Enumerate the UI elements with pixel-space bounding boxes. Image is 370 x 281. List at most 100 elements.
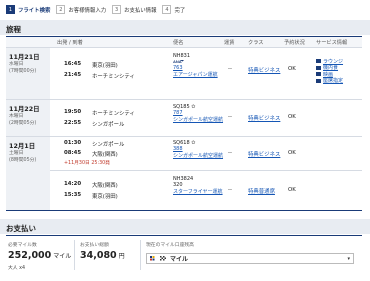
- codeshare-icon: ✿: [191, 140, 196, 146]
- arr-city: 東京(羽田): [92, 194, 118, 200]
- checker-logo-icon: [160, 255, 166, 260]
- col-fare: 運賃: [224, 39, 235, 46]
- flight-info: NH831 ANA 763 エアージャパン運航: [173, 53, 218, 78]
- step-flight-search: 1 フライト検索: [6, 5, 50, 14]
- booking-status: OK: [288, 66, 296, 72]
- cabin-link[interactable]: 特典ビジネス: [248, 150, 280, 158]
- program-logo-icon: [150, 255, 155, 260]
- date: 11月22日: [9, 105, 40, 113]
- arr-city: 大阪(関西): [92, 152, 118, 158]
- operator-link[interactable]: シンガポール航空運航: [173, 152, 223, 159]
- divider: [74, 240, 75, 270]
- arr-time: 08:45: [64, 150, 82, 156]
- step-label: フライト検索: [18, 7, 51, 14]
- itinerary-day-row: 11月21日 水曜日 (7時間00分) 16:45 東京(羽田) 21:45 ホ…: [6, 48, 362, 100]
- dep-time: 01:30: [64, 140, 82, 146]
- fare: --: [228, 114, 232, 120]
- dep-city: ホーチミンシティ: [92, 111, 135, 117]
- taxes-label: お支払い総額: [80, 243, 109, 248]
- itinerary-header-bg: [0, 20, 370, 35]
- date: 12月1日: [9, 142, 36, 150]
- step-number: 2: [56, 5, 66, 14]
- itinerary-title: 旅程: [6, 25, 21, 34]
- step-number: 4: [162, 5, 172, 14]
- movie-icon: [316, 72, 321, 77]
- dep-city: シンガポール: [92, 142, 125, 148]
- fare: --: [228, 150, 232, 156]
- flight-segment: 01:30 シンガポール 08:45 大阪(関西) +11月30日 25:30発…: [50, 137, 362, 171]
- operator-link[interactable]: エアージャパン運航: [173, 71, 218, 78]
- step-label: お支払い情報: [124, 7, 157, 14]
- step-label: お客様情報入力: [68, 7, 107, 14]
- svg-text:ANA: ANA: [173, 59, 182, 64]
- col-route: 出発 / 到着: [57, 39, 83, 46]
- booking-status: OK: [288, 114, 296, 120]
- col-booking: 予約状況: [284, 39, 305, 46]
- arr-time: 15:35: [64, 192, 82, 198]
- duration: (2時間05分): [9, 121, 37, 126]
- program-label: 現在のマイル口座残高: [146, 243, 194, 248]
- seat-icon: [316, 78, 321, 83]
- step-complete: 4 完了: [162, 5, 185, 14]
- flight-segment: 19:50 ホーチミンシティ 22:55 シンガポール SQ185 ✿ 787 …: [50, 100, 362, 137]
- col-flight: 便名: [173, 39, 184, 46]
- lounge-icon: [316, 59, 321, 64]
- weekday: 土曜日: [9, 151, 24, 156]
- booking-status: OK: [288, 150, 296, 156]
- divider: [140, 240, 141, 270]
- arr-city: ホーチミンシティ: [92, 74, 135, 80]
- arr-time: 22:55: [64, 120, 82, 126]
- booking-status: OK: [288, 187, 296, 193]
- duration: (7時間00分): [9, 69, 37, 74]
- flight-info: SQ618 ✿ 388 シンガポール航空運航: [173, 140, 223, 159]
- codeshare-icon: ✿: [191, 104, 196, 110]
- step-customer-info: 2 お客様情報入力: [56, 5, 106, 14]
- program-unit: マイル: [170, 256, 189, 263]
- dep-city: 東京(羽田): [92, 63, 118, 69]
- date-cell: 12月1日 土曜日 (8時間05分): [6, 137, 50, 210]
- dep-time: 16:45: [64, 61, 82, 67]
- itinerary-day-row: 12月1日 土曜日 (8時間05分) 01:30 シンガポール 08:45 大阪…: [6, 137, 362, 211]
- col-service: サービス情報: [316, 39, 348, 46]
- payment-header-bg: [0, 219, 370, 234]
- flight-segment: 14:20 大阪(関西) 15:35 東京(羽田) NH3824 320 スター…: [50, 171, 362, 211]
- miles-amount: 252,000 マイル: [8, 250, 72, 261]
- passenger-count: 大人 x4: [8, 266, 26, 271]
- payment-title: お支払い: [6, 224, 36, 233]
- payment-summary: 必要マイル数 252,000 マイル 大人 x4 お支払い総額 34,080 円 現…: [6, 235, 362, 275]
- flight-segment: 16:45 東京(羽田) 21:45 ホーチミンシティ NH831 ANA 76…: [50, 48, 362, 100]
- cabin-link[interactable]: 特典ビジネス: [248, 66, 280, 74]
- step-payment-info: 3 お支払い情報: [112, 5, 156, 14]
- weekday: 木曜日: [9, 114, 24, 119]
- weekday: 水曜日: [9, 62, 24, 67]
- arr-time: 21:45: [64, 72, 82, 78]
- cabin-link[interactable]: 特典ビジネス: [248, 114, 280, 122]
- cabin-link[interactable]: 特典普通席: [248, 187, 275, 195]
- date-cell: 11月21日 水曜日 (7時間00分): [6, 48, 50, 99]
- meal-icon: [316, 65, 321, 70]
- dep-city: 大阪(関西): [92, 183, 118, 189]
- progress-steps: 1 フライト検索 2 お客様情報入力 3 お支払い情報 4 完了: [6, 5, 185, 14]
- step-label: 完了: [174, 7, 186, 14]
- date-cell: 11月22日 木曜日 (2時間05分): [6, 100, 50, 136]
- fare: --: [228, 66, 232, 72]
- date: 11月21日: [9, 53, 40, 61]
- step-number: 3: [112, 5, 122, 14]
- dep-time: 14:20: [64, 181, 82, 187]
- duration: (8時間05分): [9, 158, 37, 163]
- taxes-amount: 34,080 円: [80, 250, 125, 261]
- col-class: クラス: [248, 39, 264, 46]
- date-change-alert: +11月30日 25:30発: [64, 161, 110, 166]
- miles-label: 必要マイル数: [8, 243, 37, 248]
- flight-info: NH3824 320 スターフライヤー運航: [173, 176, 223, 195]
- service-seat[interactable]: 座席指定: [316, 78, 343, 84]
- itinerary-table: 出発 / 到着 便名 運賃 クラス 予約状況 サービス情報 11月21日 水曜日…: [6, 36, 362, 211]
- table-header: 出発 / 到着 便名 運賃 クラス 予約状況 サービス情報: [6, 37, 362, 48]
- flight-info: SQ185 ✿ 787 シンガポール航空運航: [173, 104, 223, 123]
- mileage-program-select[interactable]: マイル ▾: [146, 253, 354, 264]
- chevron-down-icon: ▾: [347, 256, 350, 262]
- arr-city: シンガポール: [92, 122, 125, 128]
- service-list: ラウンジ 機内食 映画 座席指定: [316, 58, 343, 84]
- operator-link[interactable]: スターフライヤー運航: [173, 188, 223, 195]
- operator-link[interactable]: シンガポール航空運航: [173, 116, 223, 123]
